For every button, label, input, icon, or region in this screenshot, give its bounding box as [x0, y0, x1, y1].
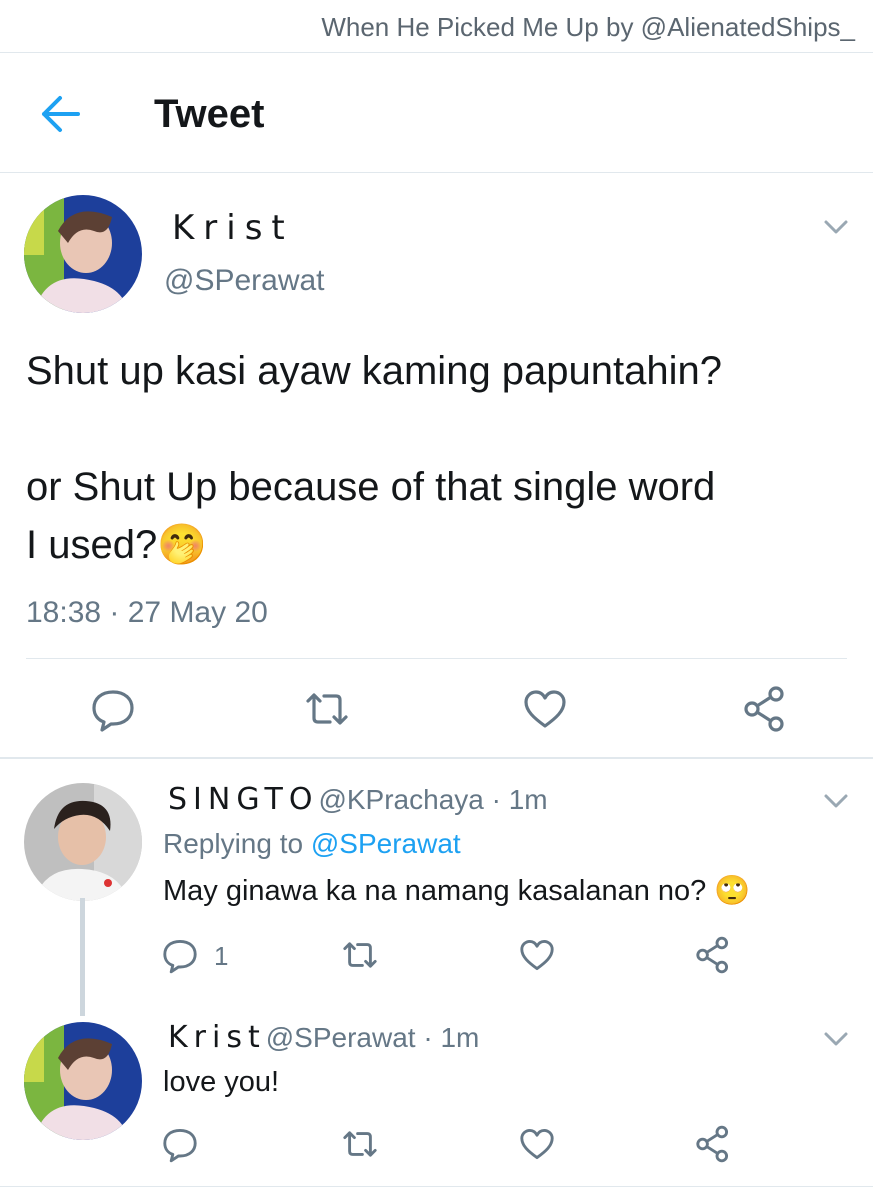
- avatar[interactable]: [24, 783, 142, 901]
- emoji-hand-over-mouth: 🤭: [157, 523, 208, 567]
- reply-time: · 1m: [415, 1022, 480, 1053]
- reply-author-name[interactable]: SINGTO: [168, 782, 318, 817]
- retweet-icon[interactable]: [302, 684, 352, 734]
- divider: [26, 658, 847, 659]
- tweet-text-content: Shut up kasi ayaw kaming papuntahin? or …: [26, 349, 723, 567]
- retweet-icon[interactable]: [340, 1124, 380, 1164]
- avatar[interactable]: [24, 1022, 142, 1140]
- replying-to: Replying to @SPerawat: [163, 828, 461, 860]
- divider: [0, 1186, 873, 1187]
- replying-to-label: Replying to: [163, 828, 311, 859]
- reply-count: 1: [214, 941, 229, 971]
- tweet-timestamp: 18:38 · 27 May 20: [26, 596, 268, 629]
- like-icon[interactable]: [517, 1124, 557, 1164]
- reply-author-handle[interactable]: @KPrachaya: [318, 784, 483, 815]
- divider: [0, 172, 873, 173]
- retweet-icon[interactable]: [340, 935, 380, 975]
- watermark: When He Picked Me Up by @AlienatedShips_: [321, 12, 855, 42]
- reply-icon[interactable]: [88, 684, 138, 734]
- reply-icon[interactable]: [160, 935, 200, 975]
- replying-to-handle[interactable]: @SPerawat: [311, 828, 461, 859]
- like-icon[interactable]: [520, 684, 570, 734]
- like-icon[interactable]: [517, 935, 557, 975]
- share-icon[interactable]: [740, 684, 790, 734]
- reply-author-handle[interactable]: @SPerawat: [266, 1022, 416, 1053]
- chevron-down-icon[interactable]: [822, 218, 850, 236]
- reply-text: May ginawa ka na namang kasalanan no? 🙄: [163, 875, 751, 907]
- reply-time: · 1m: [483, 784, 548, 815]
- reply-header: SINGTO@KPrachaya · 1m: [168, 782, 548, 817]
- share-icon[interactable]: [693, 935, 733, 975]
- chevron-down-icon[interactable]: [822, 1030, 850, 1048]
- reply-author-name[interactable]: Krist: [168, 1020, 266, 1055]
- tweet-text: Shut up kasi ayaw kaming papuntahin? or …: [26, 342, 856, 574]
- share-icon[interactable]: [693, 1124, 733, 1164]
- divider: [0, 52, 873, 53]
- reply-icon[interactable]: [160, 1124, 200, 1164]
- page-title: Tweet: [154, 92, 265, 136]
- divider: [0, 757, 873, 759]
- back-arrow-icon[interactable]: [38, 94, 82, 134]
- chevron-down-icon[interactable]: [822, 792, 850, 810]
- reply-text: love you!: [163, 1066, 280, 1098]
- thread-line: [80, 898, 85, 1016]
- avatar[interactable]: [24, 195, 142, 313]
- author-name[interactable]: Krist: [172, 208, 294, 248]
- author-handle[interactable]: @SPerawat: [164, 264, 325, 298]
- reply-header: Krist@SPerawat · 1m: [168, 1020, 479, 1055]
